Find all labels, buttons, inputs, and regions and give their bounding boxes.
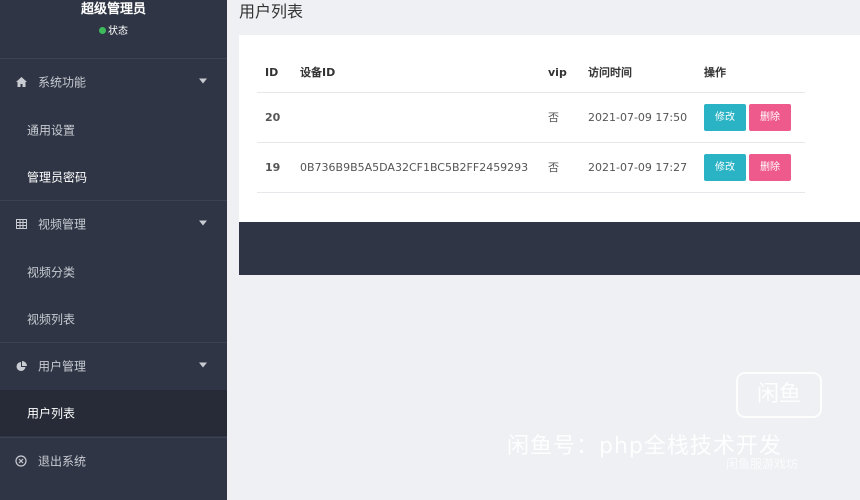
- status-label: 状态: [108, 26, 128, 37]
- logout-label: 退出系统: [38, 454, 87, 469]
- logout-icon: [15, 455, 27, 467]
- cell-vip: 否: [540, 142, 580, 193]
- delete-button[interactable]: 删除: [749, 103, 791, 131]
- user-table-card: ID 设备ID vip 访问时间 操作 20 否 2021-07-09 17:5…: [239, 35, 860, 222]
- watermark-subtext: 闲鱼服游戏坊: [726, 457, 799, 471]
- sidebar-item-general-settings[interactable]: 通用设置: [0, 107, 227, 153]
- cell-actions: 修改 删除: [696, 142, 805, 193]
- admin-name: 超级管理员: [80, 2, 146, 17]
- cell-time: 2021-07-09 17:50: [580, 92, 696, 143]
- delete-button[interactable]: 删除: [749, 153, 791, 181]
- status-dot-icon: [99, 27, 106, 34]
- home-icon: [15, 76, 27, 88]
- chevron-down-icon: [199, 362, 207, 368]
- nav-group-users[interactable]: 用户管理: [0, 343, 227, 389]
- cell-device-id: 0B736B9B5A5DA32CF1BC5B2FF2459293: [292, 142, 540, 193]
- pie-chart-icon: [15, 360, 27, 372]
- column-header-time: 访问时间: [580, 53, 696, 93]
- admin-status: 状态: [0, 22, 227, 37]
- sidebar-item-user-list[interactable]: 用户列表: [0, 390, 227, 436]
- sidebar-item-label: 视频列表: [27, 312, 76, 327]
- nav-group-video[interactable]: 视频管理: [0, 201, 227, 247]
- column-header-vip: vip: [540, 53, 580, 93]
- sidebar-item-label: 通用设置: [27, 123, 76, 138]
- sidebar-item-admin-password[interactable]: 管理员密码: [0, 154, 227, 200]
- sidebar-item-video-category[interactable]: 视频分类: [0, 249, 227, 295]
- cell-vip: 否: [540, 92, 580, 143]
- column-header-id: ID: [257, 53, 292, 93]
- table-row: 20 否 2021-07-09 17:50 修改 删除: [257, 92, 805, 143]
- edit-button[interactable]: 修改: [704, 153, 746, 181]
- sidebar-item-label: 用户列表: [27, 406, 76, 421]
- grid-icon: [15, 218, 27, 230]
- sidebar: 超级管理员 状态 系统功能 通用设置 管理员密码 视频管理 视频分类 视频列表: [0, 0, 227, 500]
- watermark-logo: 闲鱼: [736, 372, 822, 418]
- nav-group-label: 视频管理: [38, 217, 87, 232]
- table-row: 19 0B736B9B5A5DA32CF1BC5B2FF2459293 否 20…: [257, 142, 805, 193]
- cell-id: 20: [257, 92, 292, 143]
- cell-device-id: [292, 92, 540, 143]
- logout-button[interactable]: 退出系统: [0, 438, 227, 484]
- user-table: ID 设备ID vip 访问时间 操作 20 否 2021-07-09 17:5…: [257, 53, 805, 193]
- card-footer: [239, 222, 860, 275]
- sidebar-item-label: 视频分类: [27, 265, 76, 280]
- cell-id: 19: [257, 142, 292, 193]
- sidebar-item-label: 管理员密码: [27, 170, 88, 185]
- sidebar-item-video-list[interactable]: 视频列表: [0, 296, 227, 342]
- cell-time: 2021-07-09 17:27: [580, 142, 696, 193]
- chevron-down-icon: [199, 220, 207, 226]
- chevron-down-icon: [199, 78, 207, 84]
- column-header-actions: 操作: [696, 53, 805, 93]
- nav-group-label: 用户管理: [38, 359, 87, 374]
- column-header-device-id: 设备ID: [292, 53, 540, 93]
- table-header-row: ID 设备ID vip 访问时间 操作: [257, 53, 805, 93]
- nav-group-label: 系统功能: [38, 75, 87, 90]
- cell-actions: 修改 删除: [696, 92, 805, 143]
- edit-button[interactable]: 修改: [704, 103, 746, 131]
- page-title: 用户列表: [239, 2, 304, 21]
- nav-group-system[interactable]: 系统功能: [0, 59, 227, 105]
